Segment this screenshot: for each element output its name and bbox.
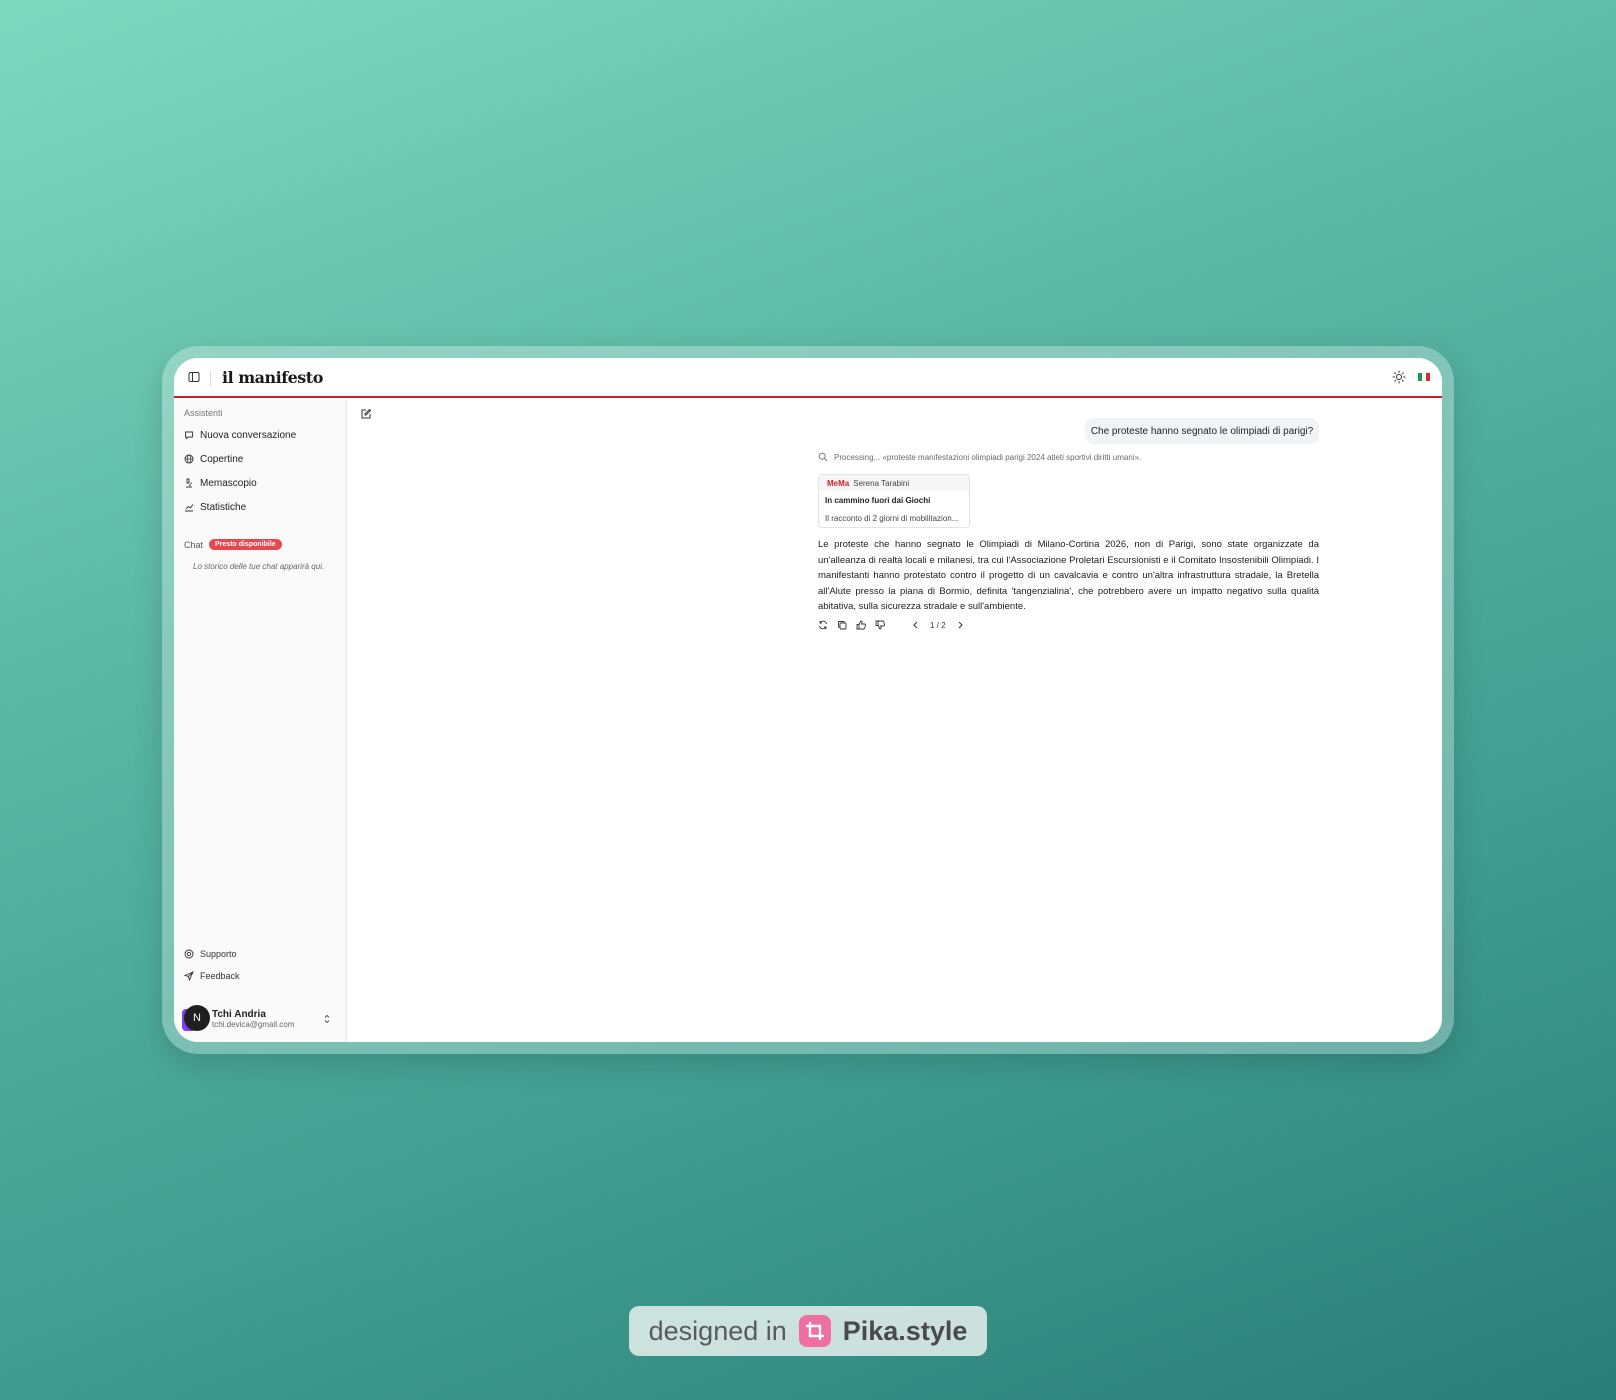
avatar-initial: N — [184, 1005, 210, 1031]
sidebar-toggle-icon[interactable] — [188, 371, 200, 383]
edit-icon[interactable] — [360, 408, 372, 420]
sidebar-item-label: Nuova conversazione — [200, 429, 297, 441]
sidebar-heading: Assistenti — [184, 408, 223, 418]
user-message-bubble: Che proteste hanno segnato le olimpiadi … — [1085, 418, 1319, 444]
app-window: il manifesto Assistenti Nuova conversazi… — [174, 358, 1442, 1042]
lifebuoy-icon — [184, 949, 194, 959]
crop-icon — [798, 1315, 831, 1347]
search-icon — [818, 452, 828, 462]
chat-plus-icon — [185, 431, 193, 440]
globe-icon — [184, 454, 194, 464]
copy-icon[interactable] — [837, 620, 847, 630]
chat-main: Che proteste hanno segnato le olimpiadi … — [348, 400, 1442, 1042]
chart-icon — [185, 504, 194, 512]
sidebar-item-label: Copertine — [200, 453, 244, 465]
sidebar: Assistenti Nuova conversazione Copertine… — [174, 400, 347, 1042]
chat-section-header: Chat Presto disponibile — [184, 539, 282, 550]
chat-history-empty-note: Lo storico delle tue chat apparirà qui. — [193, 562, 325, 571]
user-email: tchi.devica@gmail.com — [212, 1020, 295, 1030]
assistant-answer: Le proteste che hanno segnato le Olimpia… — [818, 539, 1319, 612]
answer-actions: 1 / 2 — [818, 620, 965, 630]
credit-brand: Pika.style — [842, 1315, 968, 1346]
sidebar-item-memascopio[interactable]: Memascopio — [184, 474, 257, 492]
send-icon — [184, 971, 194, 981]
source-snippet: Il racconto di 2 giorni di mobilitazion.… — [825, 514, 959, 523]
feedback-link[interactable]: Feedback — [184, 971, 240, 981]
italian-flag-icon[interactable] — [1418, 373, 1430, 381]
sun-icon[interactable] — [1392, 370, 1406, 384]
top-bar: il manifesto — [174, 358, 1442, 398]
source-title: In cammino fuori dai Giochi — [825, 496, 931, 505]
source-publication: MeMa — [827, 478, 850, 488]
feedback-label: Feedback — [200, 971, 240, 981]
thumbs-down-icon[interactable] — [875, 620, 885, 630]
support-link[interactable]: Supporto — [184, 949, 237, 959]
processing-text: Processing... «proteste manifestazioni o… — [834, 452, 1142, 462]
avatar: N — [182, 1005, 210, 1033]
sidebar-item-copertine[interactable]: Copertine — [184, 450, 243, 468]
chevron-right-icon[interactable] — [955, 620, 965, 630]
sidebar-item-label: Memascopio — [200, 477, 257, 489]
answer-pager: 1 / 2 — [930, 620, 946, 630]
sidebar-item-nuova-conversazione[interactable]: Nuova conversazione — [184, 426, 296, 444]
status-badge: Presto disponibile — [209, 539, 282, 550]
support-label: Supporto — [200, 949, 237, 959]
chevron-up-down-icon — [324, 1014, 330, 1024]
header-divider — [210, 370, 211, 386]
pika-credit: designed in Pika.style — [629, 1306, 987, 1356]
source-author: Serena Tarabini — [853, 478, 910, 488]
brand-logo[interactable]: il manifesto — [222, 368, 323, 387]
source-card[interactable]: MeMa Serena Tarabini In cammino fuori da… — [818, 474, 970, 528]
user-menu[interactable]: N Tchi Andria tchi.devica@gmail.com — [182, 1004, 340, 1034]
sidebar-item-statistiche[interactable]: Statistiche — [184, 498, 246, 516]
sidebar-item-label: Statistiche — [200, 501, 247, 513]
refresh-icon[interactable] — [818, 620, 828, 630]
user-name: Tchi Andria — [212, 1008, 266, 1020]
processing-status: Processing... «proteste manifestazioni o… — [818, 452, 1141, 462]
chat-label: Chat — [184, 539, 204, 550]
source-card-header: MeMa Serena Tarabini — [819, 475, 969, 491]
credit-prefix: designed in — [648, 1315, 787, 1346]
user-info: Tchi Andria tchi.devica@gmail.com — [212, 1009, 294, 1030]
microscope-icon — [186, 478, 192, 488]
thumbs-up-icon[interactable] — [856, 620, 866, 630]
chevron-left-icon[interactable] — [911, 620, 921, 630]
